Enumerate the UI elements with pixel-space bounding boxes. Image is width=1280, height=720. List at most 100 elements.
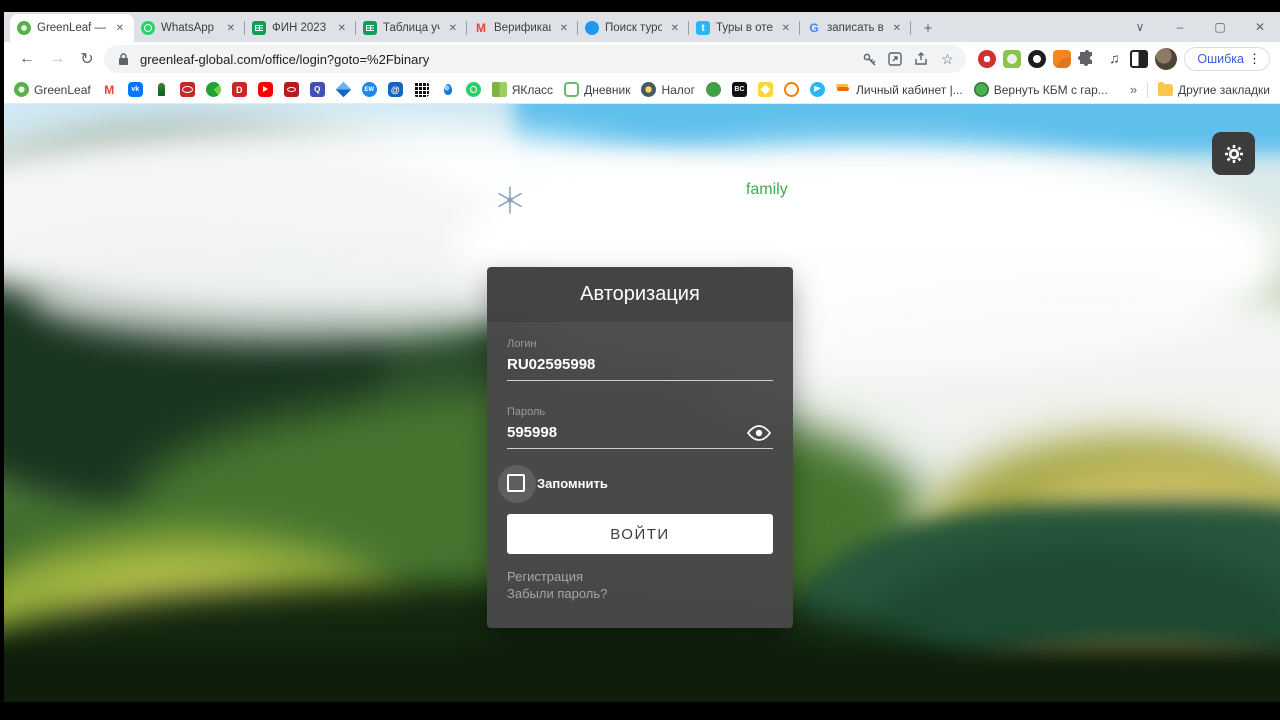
minimize-button[interactable]: –	[1160, 20, 1200, 34]
bookmark-blue-q[interactable]: Q	[309, 82, 325, 97]
vpn-extension-icon[interactable]	[978, 50, 997, 68]
tab-tury-v-otel[interactable]: t Туры в отель Fih ✕	[689, 14, 800, 42]
share-icon[interactable]	[912, 50, 930, 68]
bookmark-blue-cube[interactable]	[336, 82, 351, 97]
url-text[interactable]: greenleaf-global.com/office/login?goto=%…	[140, 52, 852, 67]
login-input[interactable]	[507, 354, 773, 381]
extensions-puzzle-icon[interactable]	[1078, 50, 1098, 68]
forward-button[interactable]: →	[44, 46, 70, 72]
dark-extension-icon[interactable]	[1028, 50, 1047, 68]
tab-greenleaf[interactable]: GreenLeaf — Вас ✕	[10, 14, 134, 42]
login-card-body: Логин Пароль Запомнить	[487, 322, 793, 628]
password-key-icon[interactable]	[860, 50, 878, 68]
tab-close-icon[interactable]: ✕	[557, 22, 571, 35]
other-bookmarks-button[interactable]: Другие закладки	[1158, 81, 1270, 97]
login-card-title: Авторизация	[580, 283, 700, 305]
password-input[interactable]	[507, 422, 773, 449]
tab-tablitsa-ucheta[interactable]: Таблица учета - ✕	[356, 14, 467, 42]
bookmark-dzen[interactable]: D	[231, 82, 247, 97]
tab-close-icon[interactable]: ✕	[668, 22, 682, 35]
auth-links: Регистрация Забыли пароль?	[507, 568, 773, 602]
bookmark-red-emblem[interactable]	[283, 82, 299, 97]
logo-brand-text: Greenleaf	[545, 170, 725, 211]
bookmark-label: Налог	[661, 82, 695, 97]
settings-gear-button[interactable]	[1212, 132, 1255, 175]
bookmark-star-icon[interactable]: ☆	[938, 50, 956, 68]
screen-recorder-extension-icon[interactable]	[1003, 50, 1022, 68]
bookmark-water-drop[interactable]	[440, 82, 455, 97]
bookmark-greenleaf[interactable]: GreenLeaf	[14, 82, 91, 97]
profile-avatar[interactable]	[1155, 48, 1178, 70]
tab-whatsapp[interactable]: WhatsApp ✕	[134, 14, 245, 42]
bookmark-nalog[interactable]: Налог	[641, 82, 695, 97]
bookmark-lichny-kabinet[interactable]: Личный кабинет |...	[836, 82, 963, 97]
whatsapp-favicon	[141, 21, 155, 35]
forgot-password-link[interactable]: Забыли пароль?	[507, 585, 773, 602]
bookmark-dnevnik[interactable]: Дневник	[564, 82, 630, 97]
bookmark-youtube[interactable]	[257, 82, 273, 97]
dark-forest-background	[4, 649, 1280, 702]
maximize-button[interactable]: ▢	[1200, 20, 1240, 34]
browser-toolbar: ← → ↻ greenleaf-global.com/office/login?…	[4, 42, 1280, 76]
tab-close-icon[interactable]: ✕	[224, 22, 238, 35]
tab-close-icon[interactable]: ✕	[779, 22, 793, 35]
bookmark-label: GreenLeaf	[34, 82, 91, 97]
reload-button[interactable]: ↻	[74, 46, 100, 72]
open-in-window-icon[interactable]	[886, 50, 904, 68]
bookmark-label: Личный кабинет |...	[855, 82, 963, 97]
error-status-pill[interactable]: Ошибка ⋮	[1184, 47, 1270, 71]
close-window-button[interactable]: ✕	[1240, 20, 1280, 34]
new-tab-button[interactable]: +	[915, 15, 941, 41]
bookmark-yaklass[interactable]: ЯКласс	[491, 82, 553, 97]
login-card-header: Авторизация	[487, 267, 793, 322]
lock-icon	[114, 50, 132, 68]
orange-key-icon	[836, 82, 851, 97]
tab-search-chevron-icon[interactable]: ∨	[1120, 20, 1160, 34]
bookmark-green-circle[interactable]	[705, 82, 721, 97]
tab-fin-2023[interactable]: ФИН 2023 - Goo ✕	[245, 14, 356, 42]
screen: GreenLeaf — Вас ✕ WhatsApp ✕ ФИН 2023 - …	[0, 0, 1280, 720]
bookmark-yellow-square[interactable]	[757, 82, 773, 97]
bookmark-bc[interactable]: BC	[731, 82, 747, 97]
login-submit-button[interactable]: ВОЙТИ	[507, 514, 773, 554]
bookmark-whatsapp[interactable]	[465, 82, 481, 97]
folder-icon	[1158, 81, 1174, 96]
address-bar[interactable]: greenleaf-global.com/office/login?goto=%…	[104, 45, 967, 73]
browser-menu-icon[interactable]: ⋮	[1248, 51, 1261, 67]
bookmark-vk[interactable]: vk	[127, 82, 143, 97]
yellow-square-icon	[757, 82, 773, 97]
show-password-eye-icon[interactable]	[746, 425, 772, 441]
bookmarks-overflow-icon[interactable]: »	[1130, 82, 1137, 97]
bookmark-blue-bird[interactable]	[809, 82, 825, 97]
metamask-extension-icon[interactable]	[1053, 50, 1072, 68]
browser-window: GreenLeaf — Вас ✕ WhatsApp ✕ ФИН 2023 - …	[4, 12, 1280, 702]
tab-title: GreenLeaf — Вас	[37, 22, 107, 34]
remember-checkbox[interactable]	[507, 474, 525, 492]
tab-verifikatsia-email[interactable]: M Верификация E- ✕	[467, 14, 578, 42]
tab-close-icon[interactable]: ✕	[113, 22, 127, 35]
bookmark-label: Вернуть КБМ с гар...	[993, 82, 1108, 97]
back-button[interactable]: ←	[14, 46, 40, 72]
blue-bird-icon	[809, 82, 825, 97]
bookmark-qr[interactable]	[413, 82, 429, 97]
vk-icon: vk	[127, 82, 143, 97]
bird-favicon	[585, 21, 599, 35]
tab-close-icon[interactable]: ✕	[335, 22, 349, 35]
bookmark-vernut-kbm[interactable]: Вернуть КБМ с гар...	[973, 82, 1108, 97]
bookmark-blue-at[interactable]: @	[387, 82, 403, 97]
window-controls: ∨ – ▢ ✕	[1120, 12, 1280, 42]
bookmark-gmail[interactable]: M	[102, 82, 117, 97]
bookmark-sberbank[interactable]	[205, 82, 221, 97]
tab-zapisat-video[interactable]: G записать видео с ✕	[800, 14, 911, 42]
tab-close-icon[interactable]: ✕	[890, 22, 904, 35]
registration-link[interactable]: Регистрация	[507, 568, 773, 585]
playlist-extension-icon[interactable]: ♫	[1105, 50, 1123, 68]
reader-extension-icon[interactable]	[1130, 50, 1149, 68]
bookmark-green-person[interactable]	[154, 82, 169, 97]
login-field-group: Логин	[507, 338, 773, 381]
tab-close-icon[interactable]: ✕	[446, 22, 460, 35]
tab-poisk-turov[interactable]: Поиск туров на ✕	[578, 14, 689, 42]
bookmark-orange-search[interactable]	[783, 82, 799, 97]
bookmark-red-oval[interactable]	[179, 82, 195, 97]
bookmark-blue-ew[interactable]: EW	[361, 82, 377, 97]
